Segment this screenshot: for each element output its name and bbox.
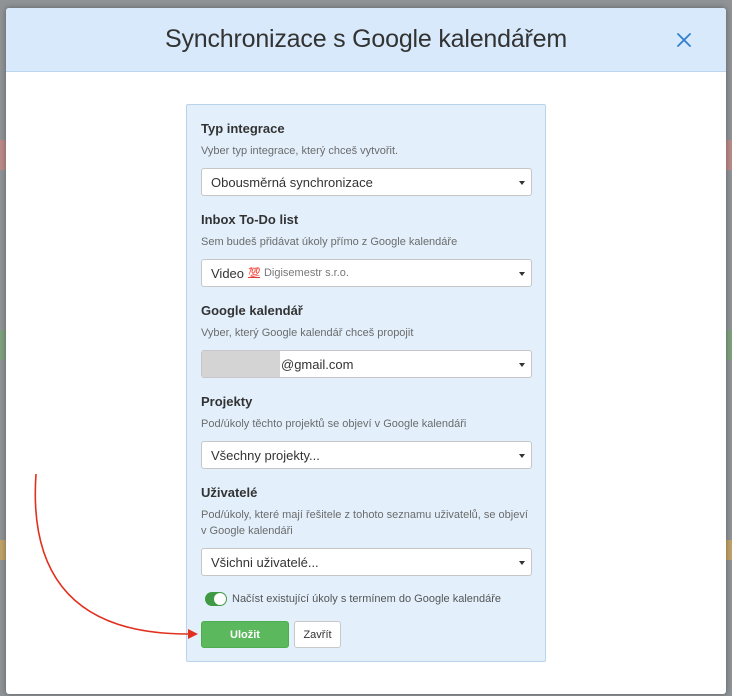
load-existing-toggle[interactable] xyxy=(205,592,227,606)
google-calendar-sync-modal: Synchronizace s Google kalendářem Typ in… xyxy=(6,8,726,694)
inbox-todo-group: Inbox To-Do list Sem budeš přidávat úkol… xyxy=(201,212,532,287)
caret-down-icon xyxy=(519,181,525,185)
users-help: Pod/úkoly, které mají řešitele z tohoto … xyxy=(201,509,528,537)
inbox-todo-value: Video xyxy=(211,265,245,281)
integration-type-label: Typ integrace xyxy=(201,121,285,136)
toggle-knob xyxy=(214,593,226,605)
close-form-button[interactable]: Zavřít xyxy=(294,621,341,648)
google-calendar-select[interactable]: @gmail.com xyxy=(201,350,532,378)
projects-group: Projekty Pod/úkoly těchto projektů se ob… xyxy=(201,394,532,469)
users-label: Uživatelé xyxy=(201,485,258,500)
load-existing-row: Načíst existující úkoly s termínem do Go… xyxy=(205,592,501,606)
google-calendar-help: Vyber, který Google kalendář chceš propo… xyxy=(201,327,414,339)
google-calendar-group: Google kalendář Vyber, který Google kale… xyxy=(201,303,532,378)
integration-type-help: Vyber typ integrace, který chceš vytvoři… xyxy=(201,145,399,157)
projects-help: Pod/úkoly těchto projektů se objeví v Go… xyxy=(201,418,467,430)
integration-type-value: Obousměrná synchronizace xyxy=(211,174,373,190)
inbox-todo-help: Sem budeš přidávat úkoly přímo z Google … xyxy=(201,236,458,248)
inbox-todo-company: Digisemestr s.r.o. xyxy=(263,267,349,279)
caret-down-icon xyxy=(519,561,525,565)
modal-header: Synchronizace s Google kalendářem xyxy=(6,8,726,72)
inbox-todo-label: Inbox To-Do list xyxy=(201,212,299,227)
redacted-email-prefix xyxy=(202,351,280,377)
hundred-points-icon: 💯 xyxy=(248,267,260,279)
load-existing-label: Načíst existující úkoly s termínem do Go… xyxy=(232,593,502,605)
save-button[interactable]: Uložit xyxy=(201,621,289,648)
integration-type-group: Typ integrace Vyber typ integrace, který… xyxy=(201,121,532,196)
sync-form: Typ integrace Vyber typ integrace, který… xyxy=(186,104,546,662)
projects-label: Projekty xyxy=(201,394,253,409)
caret-down-icon xyxy=(519,454,525,458)
close-button[interactable] xyxy=(674,30,694,50)
google-calendar-email: @gmail.com xyxy=(281,357,354,372)
users-group: Uživatelé Pod/úkoly, které mají řešitele… xyxy=(201,485,532,576)
caret-down-icon xyxy=(519,363,525,367)
close-icon xyxy=(677,33,691,47)
inbox-todo-select[interactable]: Video 💯 Digisemestr s.r.o. xyxy=(201,259,532,287)
projects-value: Všechny projekty... xyxy=(211,447,320,463)
projects-select[interactable]: Všechny projekty... xyxy=(201,441,532,469)
users-value: Všichni uživatelé... xyxy=(211,554,319,570)
google-calendar-label: Google kalendář xyxy=(201,303,303,318)
integration-type-select[interactable]: Obousměrná synchronizace xyxy=(201,168,532,196)
caret-down-icon xyxy=(519,272,525,276)
modal-title: Synchronizace s Google kalendářem xyxy=(165,25,567,53)
users-select[interactable]: Všichni uživatelé... xyxy=(201,548,532,576)
